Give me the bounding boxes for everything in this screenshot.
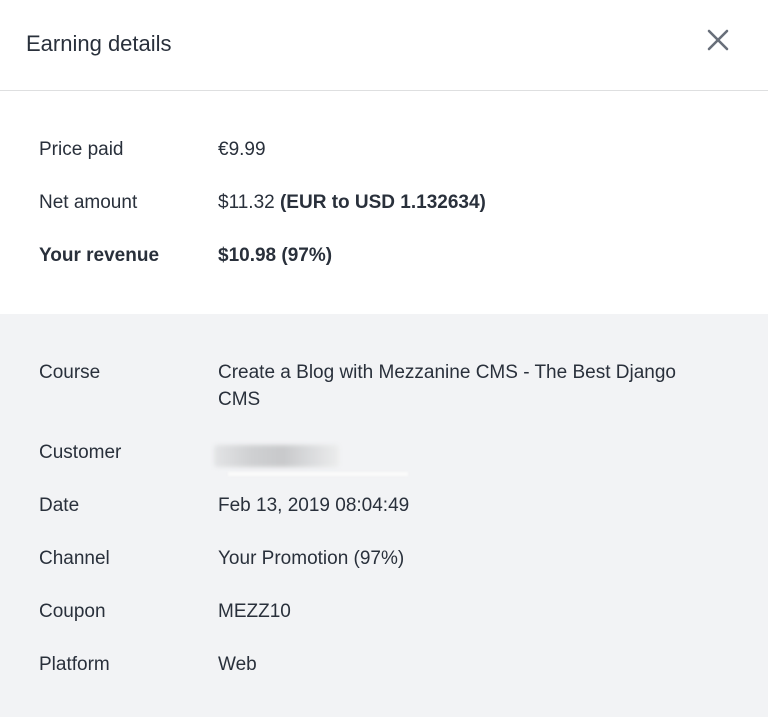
your-revenue-label: Your revenue bbox=[39, 245, 160, 266]
platform-label: Platform bbox=[39, 654, 110, 675]
earning-details-modal: Earning details Price paid €9.99 Net amo… bbox=[0, 0, 768, 717]
channel-label: Channel bbox=[39, 548, 110, 569]
customer-label: Customer bbox=[39, 442, 122, 463]
earning-summary: Price paid €9.99 Net amount $11.32 (EUR … bbox=[0, 91, 768, 313]
price-paid-label: Price paid bbox=[39, 139, 124, 160]
net-amount-label: Net amount bbox=[39, 192, 138, 213]
net-amount-value: $11.32 bbox=[218, 192, 275, 213]
your-revenue-value: $10.98 (97%) bbox=[218, 245, 333, 266]
coupon-value: MEZZ10 bbox=[218, 601, 291, 622]
platform-value: Web bbox=[218, 654, 257, 675]
close-icon bbox=[707, 29, 729, 51]
net-amount-value-wrap: $11.32 (EUR to USD 1.132634) bbox=[218, 189, 718, 216]
exchange-rate-note: (EUR to USD 1.132634) bbox=[279, 192, 486, 213]
course-value: Create a Blog with Mezzanine CMS - The B… bbox=[218, 362, 676, 410]
date-label: Date bbox=[39, 495, 80, 516]
close-button[interactable] bbox=[702, 24, 734, 56]
modal-title: Earning details bbox=[26, 31, 172, 56]
date-value: Feb 13, 2019 08:04:49 bbox=[218, 495, 410, 516]
customer-redaction-line bbox=[228, 472, 408, 476]
coupon-label: Coupon bbox=[39, 601, 106, 622]
channel-value: Your Promotion (97%) bbox=[218, 548, 405, 569]
customer-name-redacted bbox=[214, 445, 339, 467]
modal-header: Earning details bbox=[0, 0, 768, 91]
course-label: Course bbox=[39, 362, 101, 383]
sale-details: Course Create a Blog with Mezzanine CMS … bbox=[0, 314, 768, 717]
price-paid-value: €9.99 bbox=[218, 139, 266, 160]
